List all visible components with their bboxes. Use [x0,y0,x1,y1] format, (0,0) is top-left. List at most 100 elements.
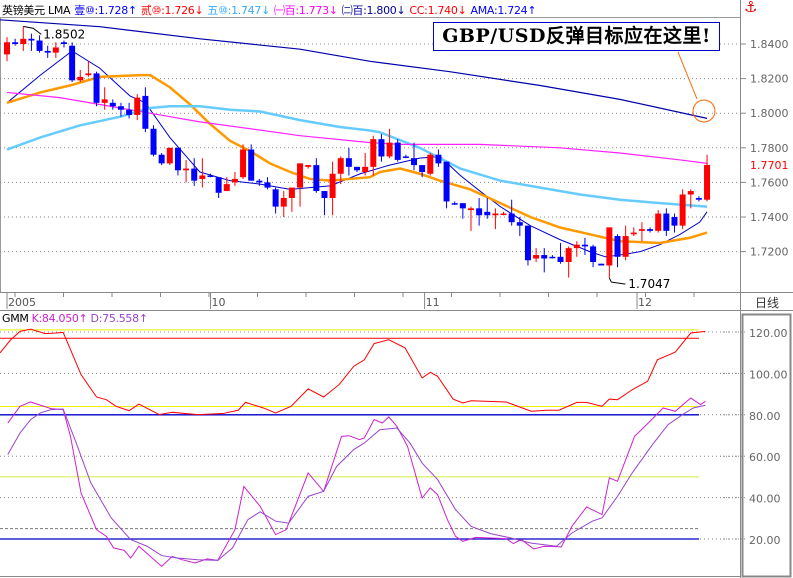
chart-canvas: 1.8400 1.8200 1.8000 1.7800 1.7600 1.7400 1.72… [0,0,793,578]
candle-body [500,213,507,216]
indicator-tick-label: 40.00 [749,493,781,506]
candle [36,35,43,53]
candle-body [248,149,255,181]
candle [4,37,10,62]
annotation-arrow [677,51,698,100]
date-label: 12 [638,296,652,309]
candle [297,163,304,207]
candle [476,197,483,226]
candle-body [451,203,458,205]
indicator-name: GMM [2,312,29,325]
indicator-legend: GMM K:84.050↑ D:75.558↑ [2,312,151,325]
candle-body [191,168,198,181]
candle [679,189,686,230]
legend-item-5: CC:1.740↓ [409,4,467,17]
candle-body [679,194,686,226]
candle [93,71,100,107]
legend-item-4: ㈡百:1.800↓ [341,4,406,17]
candle-body [280,197,287,207]
candle [492,208,499,230]
candle-body [126,109,133,115]
candle-body [687,191,694,195]
candle-body [671,217,678,226]
candle [345,147,352,176]
candle [142,87,149,133]
candle-body [183,168,190,171]
candle [240,144,247,179]
price-tick-label: 1.7200 [750,246,789,259]
candle [231,172,238,186]
ma-orange-line [6,73,708,245]
candle [126,102,133,119]
candle-body [36,40,43,51]
candle [60,40,67,48]
candle-body [427,154,434,174]
candle [541,248,548,273]
candle-body [223,184,230,192]
candle [52,42,59,58]
candle-body [411,158,417,166]
candle [134,94,141,121]
candle [647,227,654,233]
candle-body [402,156,409,158]
candle-body [354,166,361,171]
candle-body [695,197,702,200]
candle-body [329,173,336,198]
candle-body [419,165,426,173]
candle [484,197,491,219]
candle-body [484,211,491,216]
candle-body [44,50,51,53]
candle [305,165,312,169]
candle-body [638,229,645,231]
candle-body [85,73,92,76]
price-tick-label: 1.8200 [750,73,789,86]
candle-body [256,180,263,183]
candle [557,242,564,264]
candle [459,203,466,219]
candle [655,210,662,233]
candle-body [117,106,124,110]
candle-body [598,263,605,266]
candle [435,149,442,167]
candle-body [386,142,393,157]
indicator-D-line [7,404,706,561]
candle [174,147,181,176]
candle [581,237,588,256]
candle [402,154,409,159]
candle [150,125,157,157]
candle [69,42,76,83]
candle [248,144,255,181]
candle [183,159,190,183]
candle [573,241,580,257]
last-price-label: 1.7701 [750,159,789,172]
candle-body [20,38,27,44]
date-label: 11 [426,296,440,309]
legend-item-6: AMA:1.724↑ [470,4,537,17]
period-label[interactable]: 日线 [742,294,792,311]
indicator-tick-label: 60.00 [749,451,781,464]
candle-body [630,232,637,235]
price-legend: 英镑美元 LMA 壹⑩:1.728↑ 贰⑩:1.726↓ 五⑩:1.747↓ ㈠百:1.… [2,2,544,18]
anchor-icon[interactable]: ⚓ [744,0,757,16]
high-price-label: 1.8502 [43,27,85,41]
candle-body [150,128,157,155]
indicator-tick-label: 120.00 [749,327,788,340]
candle-body [28,38,35,41]
candle [288,187,295,212]
candle-body [370,139,377,167]
price-tick-label: 1.8400 [750,38,789,51]
candle [590,244,597,268]
candle [533,248,540,262]
candle-body [60,42,67,44]
candle-body [52,47,59,53]
candle-body [443,161,450,202]
price-tick-label: 1.7400 [750,211,789,224]
candle [354,166,361,173]
ma-cyan-line [6,105,708,208]
candle-body [305,165,312,167]
candle-body [606,227,613,266]
candle-body [663,213,670,231]
high-label-leader [23,25,42,35]
candle [378,133,385,162]
candle-body [231,178,238,183]
